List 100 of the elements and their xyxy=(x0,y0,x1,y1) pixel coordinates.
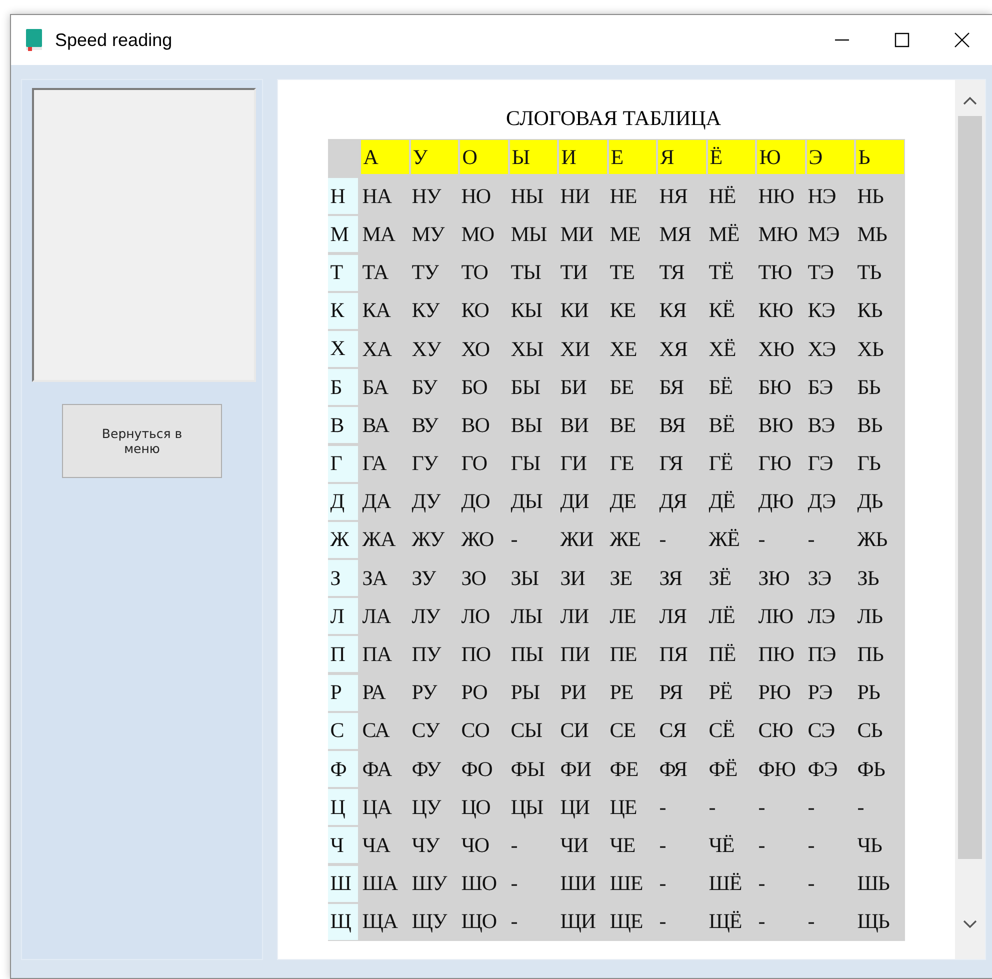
column-header: Ё xyxy=(708,140,756,174)
table-cell-text: ФЕ xyxy=(608,756,640,783)
table-cell-text: ТЫ xyxy=(510,259,542,286)
text-field[interactable] xyxy=(32,88,256,382)
column-header: А xyxy=(361,140,409,174)
table-cell-text: ФО xyxy=(460,756,494,783)
table-cell-text: ДЭ xyxy=(806,488,836,516)
table-cell-text: ЦЕ xyxy=(608,794,638,821)
table-cell-text: ПИ xyxy=(559,641,591,668)
table-cell-text: ЛЁ xyxy=(708,602,736,630)
close-icon[interactable] xyxy=(953,31,971,49)
table-cell-text: - xyxy=(510,526,518,554)
table-cell-text: ДЕ xyxy=(608,488,637,516)
table-cell-text: ЗА xyxy=(361,564,388,592)
table-cell-text: ТЁ xyxy=(708,259,734,286)
table-cell-text: ЩЁ xyxy=(708,908,743,936)
table-cell-text: ШУ xyxy=(410,870,448,898)
table-cell-text: НЯ xyxy=(658,182,688,210)
table-cell-text: НЬ xyxy=(856,182,884,210)
table-cell-text: НА xyxy=(361,182,393,210)
column-header: Ь xyxy=(856,140,904,174)
table-cell-text: ТУ xyxy=(410,259,440,286)
table-cell-text: ШИ xyxy=(559,870,597,898)
table-cell-text: МЮ xyxy=(757,220,799,248)
table-cell-text: ТИ xyxy=(559,259,588,286)
scroll-down-icon[interactable] xyxy=(963,919,977,929)
table-cell-text: РА xyxy=(361,679,387,706)
row-header: Ц xyxy=(328,789,358,826)
table-cell-text: ВУ xyxy=(410,412,440,439)
table-cell-text: ВЕ xyxy=(608,412,637,439)
table-cell-text: - xyxy=(658,908,667,936)
back-to-menu-button[interactable]: Вернуться в меню xyxy=(62,404,222,478)
table-cell-text: - xyxy=(757,870,766,898)
table-cell-text: ГО xyxy=(460,450,488,478)
table-cell-text: БЕ xyxy=(608,374,635,401)
table-cell-text: НЁ xyxy=(708,182,737,210)
table-cell-text: ВЬ xyxy=(856,412,884,439)
table-cell-text: МЁ xyxy=(708,220,740,248)
row-header: Х xyxy=(328,330,358,367)
table-cell-text: РУ xyxy=(410,679,438,706)
table-cell-text: ПЮ xyxy=(757,641,795,668)
table-cell-text: ГЕ xyxy=(608,450,635,478)
table-cell-text: ТЬ xyxy=(856,259,882,286)
table-cell-text: ЩИ xyxy=(559,908,597,936)
table-cell-text: ХЕ xyxy=(608,336,638,363)
row-header: М xyxy=(328,216,358,252)
table-cell-text: ГА xyxy=(361,450,388,478)
table-cell-text: ЧЬ xyxy=(856,832,883,859)
table-cell-text: РЭ xyxy=(806,679,834,706)
table-cell-text: БЯ xyxy=(658,374,685,401)
table-cell-text: МЬ xyxy=(856,220,888,248)
table-cell-text: - xyxy=(806,908,816,936)
table-cell-text: МО xyxy=(460,220,496,248)
scroll-up-icon[interactable] xyxy=(963,96,977,106)
table-cell-text: ТЭ xyxy=(806,259,834,286)
table-cell-text: ЖИ xyxy=(559,526,594,554)
table-cell-text: ПЯ xyxy=(658,641,688,668)
book-icon xyxy=(25,29,43,51)
table-cell-text: - xyxy=(757,908,766,936)
table-cell-text: ЛЕ xyxy=(608,602,637,630)
maximize-icon[interactable] xyxy=(893,31,911,49)
column-header: Ы xyxy=(510,140,558,174)
table-cell-text: ЦЫ xyxy=(510,794,544,821)
table-cell-text: ЗЭ xyxy=(806,564,832,592)
table-cell-text: ДА xyxy=(361,488,392,516)
column-header: Ю xyxy=(757,140,805,174)
row-header: В xyxy=(328,407,358,444)
table-cell-text: - xyxy=(856,794,865,821)
table-cell-text: ГИ xyxy=(559,450,588,478)
table-cell-text: ЖО xyxy=(460,526,495,554)
table-cell-text: РО xyxy=(460,679,488,706)
table-cell-text: ЩО xyxy=(460,908,498,936)
scrollbar-thumb[interactable] xyxy=(958,116,982,859)
table-cell-text: ЗИ xyxy=(559,564,586,592)
table-cell-text: ЛЯ xyxy=(658,602,688,630)
table-cell-text: МЭ xyxy=(806,220,840,248)
table-cell-text: РЮ xyxy=(757,679,792,706)
table-cell-text: ШЕ xyxy=(608,870,644,898)
table-cell-text: ЧЕ xyxy=(608,832,636,859)
table-cell-text: КЭ xyxy=(806,297,836,324)
table-cell-text: ПЕ xyxy=(608,641,638,668)
table-cell-text: - xyxy=(806,526,816,554)
table-cell-text: - xyxy=(757,832,766,859)
table-cell-text: СЕ xyxy=(608,717,637,744)
table-cell-text: БЭ xyxy=(806,374,834,401)
table-cell-text: ЗЕ xyxy=(608,564,634,592)
table-cell-text: РЁ xyxy=(708,679,734,706)
table-cell-text: БИ xyxy=(559,374,588,401)
column-header: Э xyxy=(806,140,854,174)
table-cell-text: НУ xyxy=(410,182,442,210)
row-header: Н xyxy=(328,178,358,214)
table-cell-text: РЫ xyxy=(510,679,541,706)
table-cell-text: ЖЁ xyxy=(708,526,740,554)
table-cell-text: ДИ xyxy=(559,488,590,516)
table-cell-text: МУ xyxy=(410,220,446,248)
table-cell-text: - xyxy=(708,794,716,821)
table-cell-text: ДЫ xyxy=(510,488,544,516)
table-cell-text: - xyxy=(658,870,667,898)
table-cell-text: ЛИ xyxy=(559,602,590,630)
table-cell-text: СА xyxy=(361,717,391,744)
